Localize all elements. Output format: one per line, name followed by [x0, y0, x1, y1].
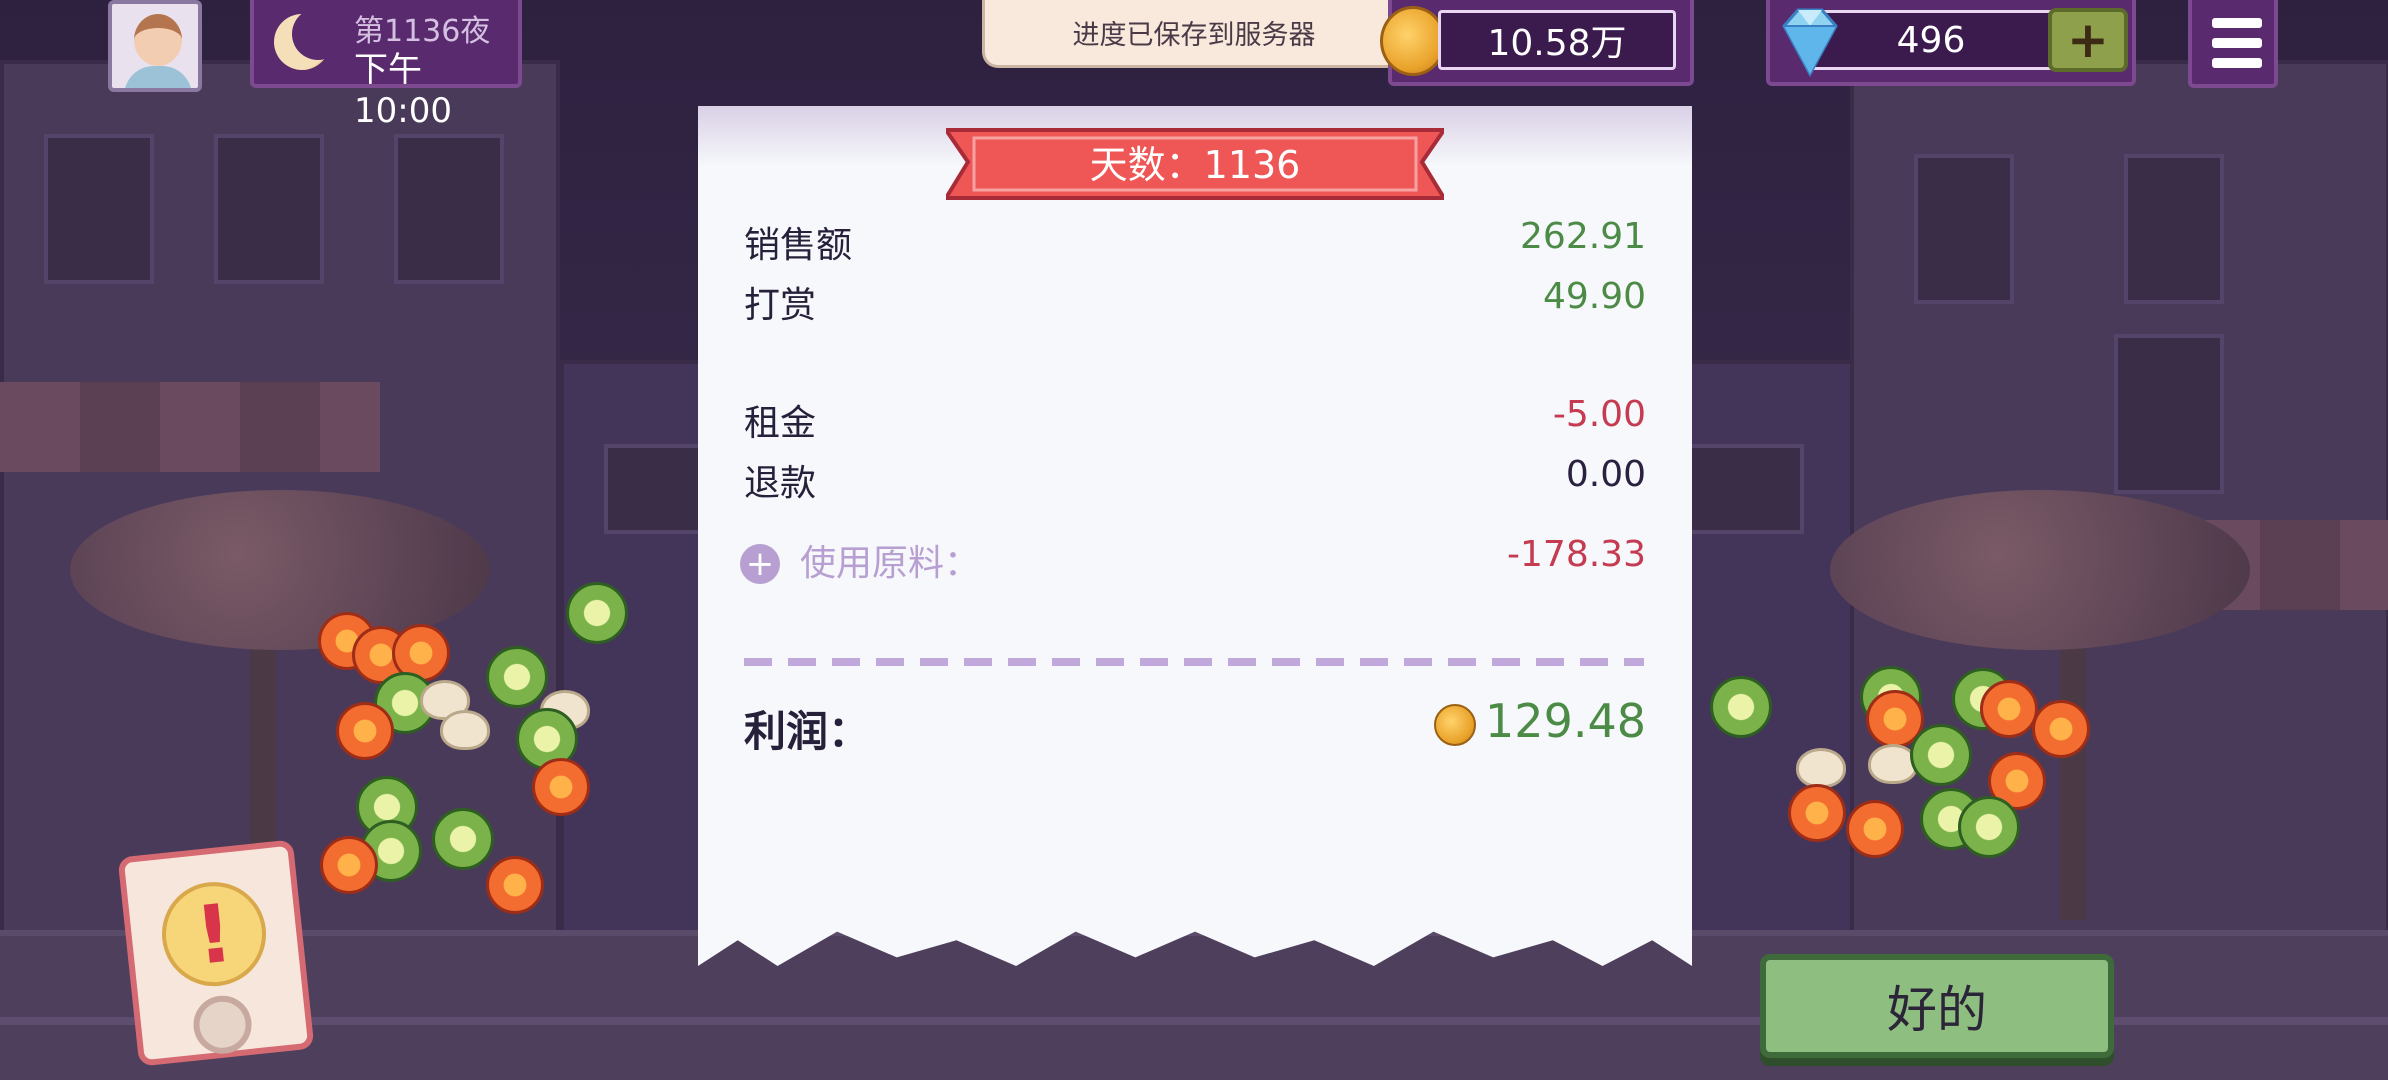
pepper-slice — [1958, 796, 2020, 858]
tips-label: 打赏 — [744, 285, 817, 326]
pepper-slice — [432, 808, 494, 870]
pepper-slice — [1710, 676, 1772, 738]
coin-icon — [1380, 6, 1446, 76]
menu-bar — [2212, 58, 2262, 68]
window — [44, 134, 154, 284]
day-ribbon: 天数：1136 — [946, 126, 1444, 208]
alert-card-button[interactable]: ! — [117, 839, 315, 1067]
profit-label: 利润： — [744, 707, 871, 756]
avatar-head — [134, 14, 182, 66]
menu-button[interactable] — [2188, 0, 2278, 88]
refund-label: 退款 — [744, 463, 817, 504]
ok-button[interactable]: 好的 — [1760, 954, 2114, 1058]
window — [1914, 154, 2014, 304]
day-count: 天数：1136 — [1089, 142, 1301, 187]
tomato-slice — [1846, 800, 1904, 858]
coin-balance-panel: 10.58万 — [1380, 0, 1694, 86]
avatar-body — [124, 66, 192, 88]
tomato-slice — [486, 856, 544, 914]
menu-bar — [2212, 18, 2262, 28]
menu-bar — [2212, 38, 2262, 48]
profit-value: 129.48 — [1485, 694, 1646, 748]
gem-balance-panel: 496 + — [1766, 0, 2136, 86]
sales-value: 262.91 — [1520, 216, 1646, 257]
garlic-slice — [1796, 748, 1846, 788]
exclamation-icon: ! — [156, 876, 272, 992]
divider-dashes — [744, 658, 1644, 666]
tomato-slice — [320, 836, 378, 894]
window — [214, 134, 324, 284]
tips-value: 49.90 — [1542, 276, 1646, 317]
tomato-slice — [1788, 784, 1846, 842]
add-gems-button[interactable]: + — [2048, 8, 2128, 72]
sales-label: 销售额 — [744, 225, 853, 266]
tomato-slice — [336, 702, 394, 760]
window — [2114, 334, 2224, 494]
tomato-slice — [1980, 680, 2038, 738]
rent-value: -5.00 — [1552, 394, 1646, 435]
coin-amount: 10.58万 — [1438, 10, 1676, 70]
refund-value: 0.00 — [1565, 454, 1646, 495]
player-avatar[interactable] — [108, 0, 202, 92]
diamond-icon — [1782, 8, 1838, 78]
tree — [1830, 490, 2250, 650]
card-dot — [190, 992, 255, 1057]
expand-materials-icon[interactable]: + — [740, 544, 780, 584]
window — [1684, 444, 1804, 534]
awning — [0, 382, 380, 472]
clock-time: 下午10:00 — [354, 50, 452, 131]
tomato-slice — [532, 758, 590, 816]
window — [394, 134, 504, 284]
pepper-slice — [566, 582, 628, 644]
window — [2124, 154, 2224, 304]
materials-used-label[interactable]: 使用原料： — [800, 534, 980, 586]
tomato-slice — [2032, 700, 2090, 758]
coin-icon — [1434, 704, 1476, 746]
moon-icon — [274, 8, 344, 70]
day-time-panel: 第1136夜 下午10:00 — [250, 0, 522, 131]
daily-receipt: 天数：1136 销售额 262.91 打赏 49.90 租金 -5.00 退款 … — [698, 106, 1692, 966]
materials-used-value: -178.33 — [1507, 534, 1646, 575]
save-toast: 进度已保存到服务器 — [982, 0, 1406, 68]
pepper-slice — [1910, 724, 1972, 786]
pepper-slice — [486, 646, 548, 708]
tree-trunk — [2060, 620, 2086, 920]
rent-label: 租金 — [744, 403, 817, 444]
garlic-slice — [440, 710, 490, 750]
